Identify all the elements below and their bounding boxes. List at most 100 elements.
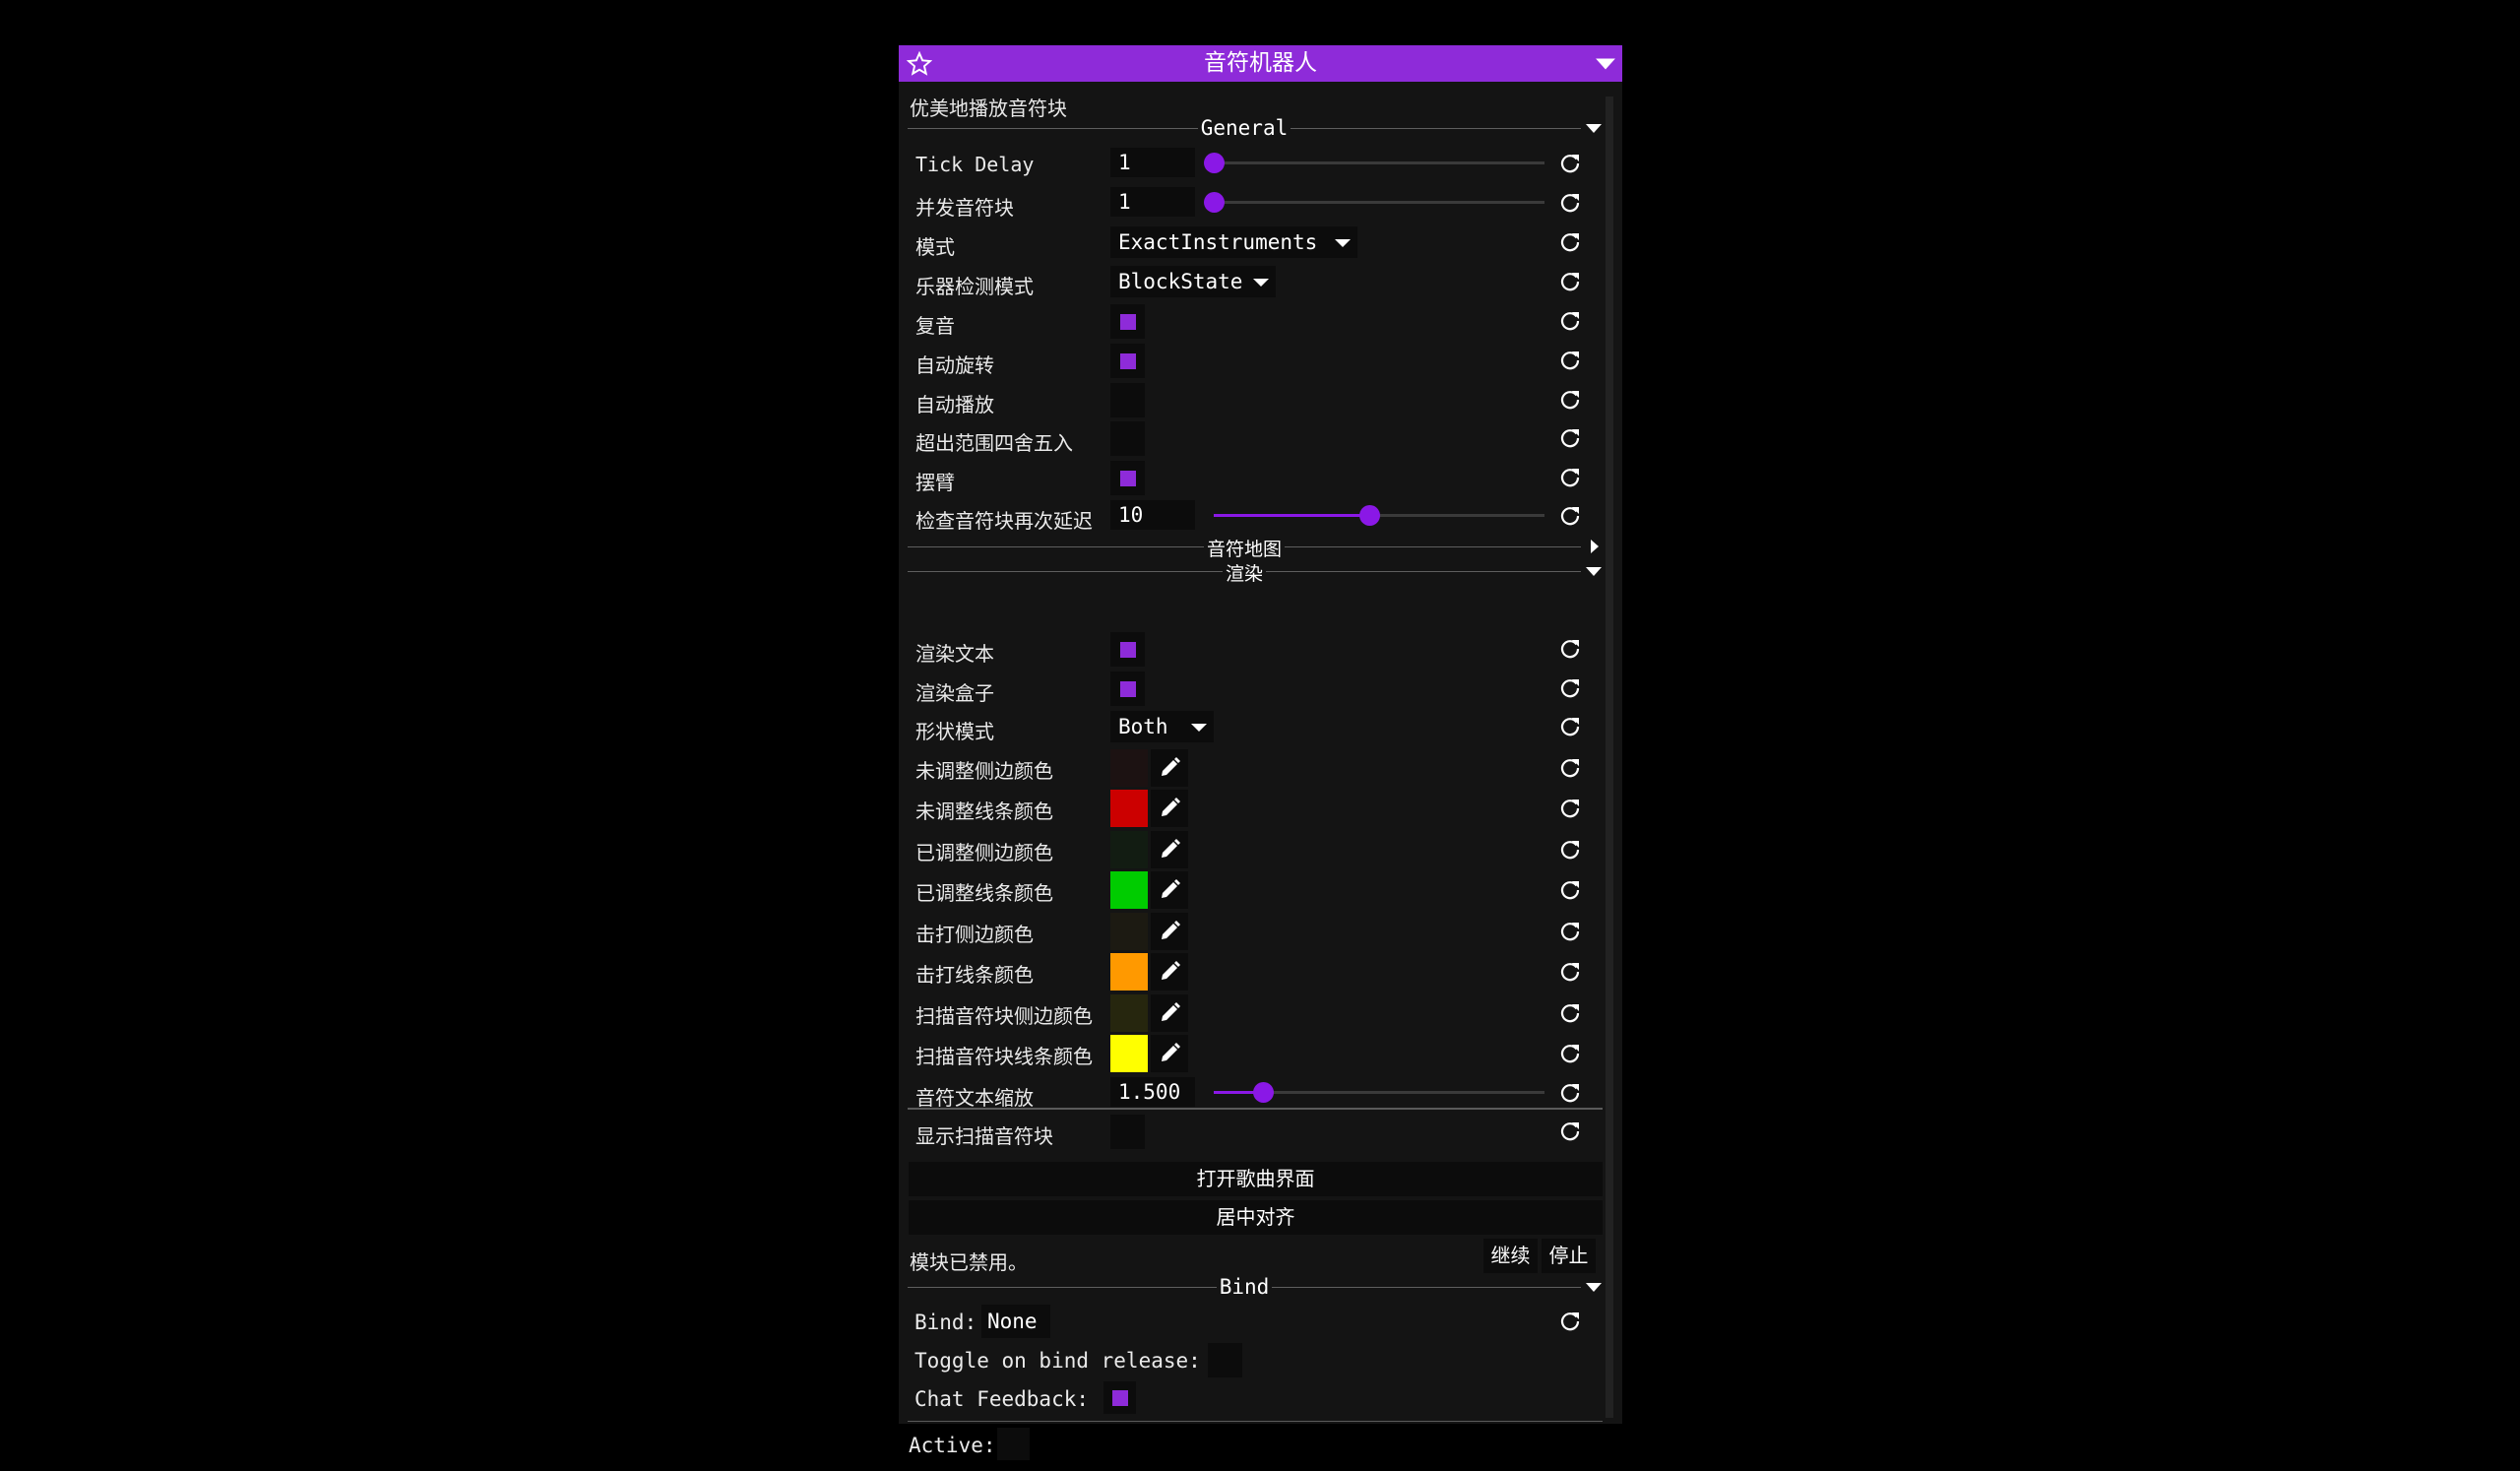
concurrent-input[interactable]: 1	[1110, 187, 1195, 217]
setting-tuned-side-color: 已调整侧边颜色	[899, 829, 1622, 868]
reset-icon[interactable]	[1558, 960, 1582, 984]
check-mark	[1120, 314, 1136, 330]
edit-color-button[interactable]	[1151, 1035, 1188, 1072]
collapse-caret-icon[interactable]	[1595, 55, 1616, 73]
chat-feedback-checkbox[interactable]	[1103, 1381, 1136, 1414]
section-render-header[interactable]: 渲染	[908, 561, 1605, 585]
color-swatch[interactable]	[1110, 790, 1148, 827]
tick-delay-input[interactable]: 1	[1110, 148, 1195, 177]
reset-icon[interactable]	[1558, 309, 1582, 333]
center-button[interactable]: 居中对齐	[909, 1200, 1603, 1235]
reset-icon[interactable]	[1558, 1042, 1582, 1065]
shape-mode-dropdown[interactable]: Both	[1110, 711, 1214, 742]
reset-icon[interactable]	[1558, 920, 1582, 943]
section-bind-header[interactable]: Bind	[908, 1275, 1605, 1299]
reset-icon[interactable]	[1558, 838, 1582, 862]
color-swatch[interactable]	[1110, 871, 1148, 909]
setting-label: 未调整侧边颜色	[915, 759, 1053, 783]
edit-color-button[interactable]	[1151, 953, 1188, 991]
slider-knob[interactable]	[1358, 505, 1380, 526]
edit-color-button[interactable]	[1151, 749, 1188, 787]
pencil-icon	[1162, 798, 1180, 816]
section-general-header[interactable]: General	[908, 116, 1605, 140]
reset-icon[interactable]	[1558, 426, 1582, 450]
section-collapsed-icon[interactable]	[1585, 540, 1603, 553]
render-box-checkbox[interactable]	[1110, 672, 1145, 706]
setting-tick-delay: Tick Delay 1	[899, 145, 1622, 182]
text-scale-input[interactable]: 1.500	[1110, 1077, 1195, 1107]
reset-icon[interactable]	[1558, 1310, 1582, 1333]
edit-color-button[interactable]	[1151, 994, 1188, 1032]
toggle-on-release-checkbox[interactable]	[1208, 1343, 1242, 1377]
color-swatch[interactable]	[1110, 953, 1148, 991]
color-swatch[interactable]	[1110, 994, 1148, 1032]
instrument-detect-dropdown[interactable]: BlockState	[1110, 266, 1276, 297]
slider-knob[interactable]	[1204, 192, 1225, 213]
section-notemap-header[interactable]: 音符地图	[908, 537, 1605, 560]
toggle-on-release-row: Toggle on bind release:	[899, 1341, 1622, 1378]
reset-icon[interactable]	[1558, 1119, 1582, 1143]
reset-icon[interactable]	[1558, 466, 1582, 489]
color-swatch[interactable]	[1110, 831, 1148, 868]
reset-icon[interactable]	[1558, 349, 1582, 372]
resume-button[interactable]: 继续	[1483, 1239, 1538, 1273]
color-swatch[interactable]	[1110, 1035, 1148, 1072]
edit-color-button[interactable]	[1151, 831, 1188, 868]
reset-icon[interactable]	[1558, 1081, 1582, 1105]
reset-icon[interactable]	[1558, 388, 1582, 412]
reset-icon[interactable]	[1558, 756, 1582, 780]
setting-label: 渲染文本	[915, 642, 994, 666]
pencil-icon	[1162, 879, 1180, 898]
stop-button[interactable]: 停止	[1542, 1239, 1596, 1273]
bind-key-button[interactable]: None	[981, 1305, 1050, 1338]
setting-label: 复音	[915, 314, 955, 338]
text-scale-slider[interactable]	[1214, 1082, 1544, 1103]
tick-delay-slider[interactable]	[1204, 153, 1544, 173]
slider-knob[interactable]	[1204, 153, 1225, 173]
concurrent-slider[interactable]	[1204, 192, 1544, 213]
swing-arm-checkbox[interactable]	[1110, 461, 1145, 495]
setting-text-scale: 音符文本缩放 1.500	[899, 1074, 1622, 1112]
setting-label: 扫描音符块线条颜色	[915, 1045, 1093, 1068]
polyphony-checkbox[interactable]	[1110, 304, 1145, 339]
render-text-checkbox[interactable]	[1110, 632, 1145, 667]
check-delay-input[interactable]: 10	[1110, 500, 1195, 530]
round-out-of-range-checkbox[interactable]	[1110, 421, 1145, 456]
reset-icon[interactable]	[1558, 191, 1582, 215]
reset-icon[interactable]	[1558, 1001, 1582, 1025]
slider-knob[interactable]	[1253, 1082, 1275, 1103]
check-mark	[1120, 642, 1136, 658]
show-scanned-checkbox[interactable]	[1110, 1115, 1145, 1149]
divider	[908, 1421, 1603, 1422]
section-expanded-icon[interactable]	[1585, 1280, 1603, 1294]
reset-icon[interactable]	[1558, 270, 1582, 293]
color-swatch[interactable]	[1110, 749, 1148, 787]
setting-scan-side-color: 扫描音符块侧边颜色	[899, 992, 1622, 1032]
reset-icon[interactable]	[1558, 676, 1582, 700]
reset-icon[interactable]	[1558, 504, 1582, 528]
edit-color-button[interactable]	[1151, 913, 1188, 950]
reset-icon[interactable]	[1558, 878, 1582, 902]
active-checkbox[interactable]	[997, 1428, 1030, 1460]
edit-color-button[interactable]	[1151, 871, 1188, 909]
reset-icon[interactable]	[1558, 715, 1582, 738]
color-swatch[interactable]	[1110, 913, 1148, 950]
check-delay-slider[interactable]	[1214, 505, 1544, 526]
active-label: Active:	[909, 1434, 996, 1457]
reset-icon[interactable]	[1558, 637, 1582, 661]
section-expanded-icon[interactable]	[1585, 564, 1603, 578]
reset-icon[interactable]	[1558, 152, 1582, 175]
setting-label: 显示扫描音符块	[915, 1124, 1053, 1148]
open-songs-button[interactable]: 打开歌曲界面	[909, 1162, 1603, 1196]
setting-hit-side-color: 击打侧边颜色	[899, 911, 1622, 950]
setting-label: 模式	[915, 235, 955, 259]
reset-icon[interactable]	[1558, 230, 1582, 254]
title-bar[interactable]: 音符机器人	[899, 45, 1622, 82]
edit-color-button[interactable]	[1151, 790, 1188, 827]
reset-icon[interactable]	[1558, 797, 1582, 820]
auto-rotate-checkbox[interactable]	[1110, 344, 1145, 378]
auto-play-checkbox[interactable]	[1110, 383, 1145, 417]
section-expanded-icon[interactable]	[1585, 121, 1603, 135]
chevron-down-icon	[1191, 724, 1207, 732]
mode-dropdown[interactable]: ExactInstruments	[1110, 226, 1357, 258]
